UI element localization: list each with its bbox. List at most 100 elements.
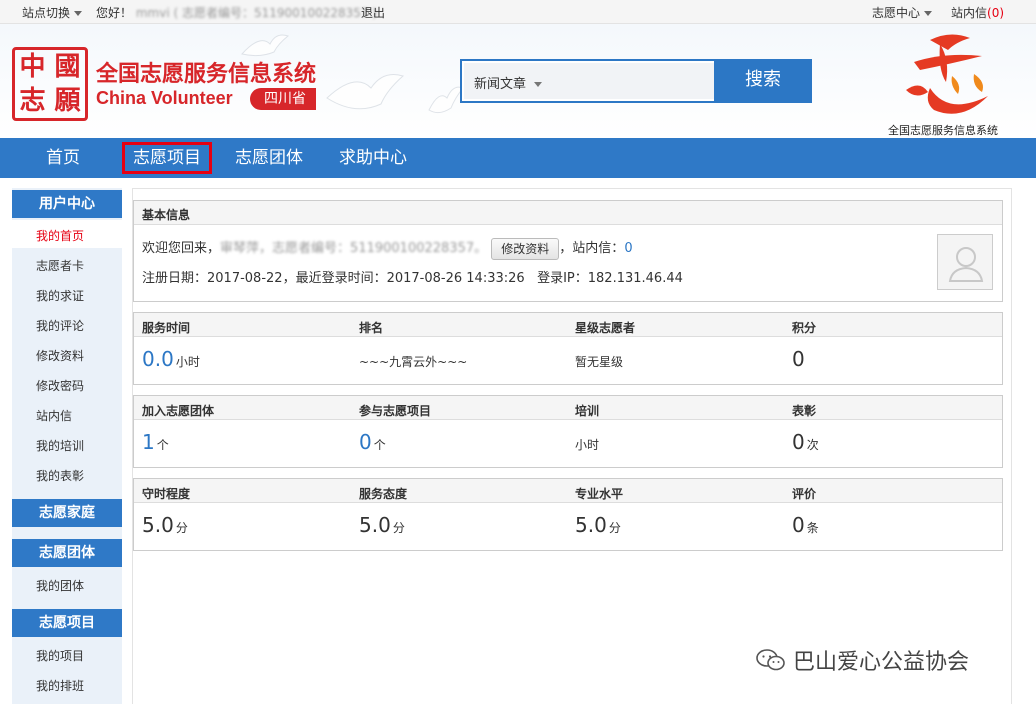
attitude-score: 5.0 [359,513,391,537]
header-professional: 专业水平 [575,487,624,501]
sidebar-item-my-schedule[interactable]: 我的排班 [36,677,84,694]
site-title-en: China Volunteer [96,88,233,108]
wechat-icon [756,649,785,671]
sidebar-item-my-home[interactable]: 我的首页 [36,227,84,244]
nav-volunteer-projects[interactable]: 志愿项目 [122,142,212,174]
main-nav: 首页 志愿项目 志愿团体 求助中心 [0,138,1036,178]
messages-count-link[interactable]: 0 [624,241,632,256]
header-rank: 排名 [359,321,384,335]
messages-label: 站内信 [951,6,988,20]
china-volunteer-seal-logo[interactable]: 中 國 志 願 [12,47,88,121]
search-category-value: 新闻文章 [474,77,527,92]
sidebar-heading-volunteer-family[interactable]: 志愿家庭 [12,499,122,527]
top-bar: 站点切换 您好！ mmvi ( 志愿者编号：511900100228357 ) … [0,0,1036,24]
sidebar-item-my-group[interactable]: 我的团体 [36,577,84,594]
reviews-count: 0 [792,513,805,537]
sidebar-item-messages[interactable]: 站内信 [36,407,72,424]
main-content: 基本信息 欢迎您回来，审琴萍，志愿者编号：511900100228357。 修改… [132,188,1012,704]
welcome-line: 欢迎您回来，审琴萍，志愿者编号：511900100228357。 修改资料 ，站内… [142,237,633,260]
reviews-unit: 条 [806,521,819,535]
sidebar-heading-volunteer-project[interactable]: 志愿项目 [12,609,122,637]
dove-icon [326,74,405,110]
seal-char: 志 [19,86,46,116]
service-time-value: 0.0 小时 [142,347,200,371]
sidebar-item-my-training[interactable]: 我的培训 [36,437,84,454]
sidebar-item-my-awards[interactable]: 我的表彰 [36,467,84,484]
greeting-text: 您好！ [96,6,133,20]
projects-value[interactable]: 0个 [359,430,386,454]
sidebar-item-my-projects[interactable]: 我的项目 [36,647,84,664]
sidebar-heading-user-center[interactable]: 用户中心 [12,190,122,218]
last-login-label: ，最近登录时间： [282,271,387,286]
rank-value: ~~~九霄云外~~~ [359,355,468,369]
dove-icon [428,86,464,114]
last-login-time: 2017-08-26 14:33:26 [386,271,525,286]
masked-name: 审琴萍 [220,241,260,256]
login-info-line: 注册日期：2017-08-22，最近登录时间：2017-08-26 14:33:… [142,267,683,286]
service-hours: 0.0 [142,347,174,371]
header-projects: 参与志愿项目 [359,404,432,418]
edit-profile-button[interactable]: 修改资料 [491,237,560,260]
province-badge: 四川省 [250,88,316,110]
user-greeting: 您好！ mmvi ( 志愿者编号：511900100228357 ) [96,4,377,21]
avatar[interactable] [937,234,993,290]
header-points: 积分 [792,321,817,335]
stats-panel-rating: 守时程度 服务态度 专业水平 评价 5.0 分 5.0 分 5.0 分 0条 [133,478,1003,551]
professional-value: 5.0 分 [575,513,621,537]
score-unit: 分 [392,521,405,535]
sidebar-item-edit-profile[interactable]: 修改资料 [36,347,84,364]
header-reviews: 评价 [792,487,817,501]
volunteer-zhi-logo-icon [906,34,988,114]
star-level-value: 暂无星级 [575,355,624,369]
groups-count: 1 [142,430,155,454]
watermark-text: 巴山爱心公益协会 [793,650,970,675]
volunteer-center-menu[interactable]: 志愿中心 [872,4,933,21]
training-value: 小时 [575,438,600,452]
attitude-value: 5.0 分 [359,513,405,537]
nav-home[interactable]: 首页 [30,142,96,174]
sidebar-item-my-verification[interactable]: 我的求证 [36,287,84,304]
logout-link[interactable]: 退出 [361,4,385,21]
panel-title: 基本信息 [134,201,1002,225]
points-value: 0 [792,347,805,371]
messages-count: (0) [987,6,1005,20]
username: mmvi [135,6,170,20]
site-switch-menu[interactable]: 站点切换 [22,4,83,21]
header-attitude: 服务态度 [359,487,408,501]
volunteer-no-label: ( 志愿者编号： [173,6,255,20]
masked-volunteer-no: 511900100228357 [350,241,475,256]
stats-panel-service: 服务时间 排名 星级志愿者 积分 0.0 小时 ~~~九霄云外~~~ 暂无星级 0 [133,312,1003,385]
reg-date-label: 注册日期： [142,271,208,286]
messages-label: ，站内信： [559,241,625,256]
stats-panel-participation: 加入志愿团体 参与志愿项目 培训 表彰 1个 0个 小时 0次 [133,395,1003,468]
stats-header-bg [134,313,1002,337]
header-joined-groups: 加入志愿团体 [142,404,215,418]
nav-volunteer-groups[interactable]: 志愿团体 [228,142,310,174]
header-star-level: 星级志愿者 [575,321,636,335]
search-category-select[interactable]: 新闻文章 [464,63,714,99]
sidebar-item-volunteer-card[interactable]: 志愿者卡 [36,257,84,274]
sidebar-heading-volunteer-group[interactable]: 志愿团体 [12,539,122,567]
nav-help-center[interactable]: 求助中心 [332,142,414,174]
site-header: 中 國 志 願 全国志愿服务信息系统 China Volunteer 四川省 新… [0,24,1036,138]
site-title-cn: 全国志愿服务信息系统 [96,61,317,86]
projects-unit: 个 [373,438,386,452]
groups-value[interactable]: 1个 [142,430,169,454]
sidebar-item-my-comments[interactable]: 我的评论 [36,317,84,334]
professional-score: 5.0 [575,513,607,537]
search-button[interactable]: 搜索 [714,59,812,103]
awards-value: 0次 [792,430,819,454]
chevron-down-icon [924,11,933,16]
login-ip: 182.131.46.44 [587,271,683,286]
header-punctuality: 守时程度 [142,487,191,501]
site-switch-label: 站点切换 [22,6,71,20]
header-training: 培训 [575,404,600,418]
header-service-time: 服务时间 [142,321,191,335]
sidebar-item-change-password[interactable]: 修改密码 [36,377,84,394]
sidebar: 用户中心 我的首页 志愿者卡 我的求证 我的评论 修改资料 修改密码 站内信 我… [12,188,122,704]
score-unit: 分 [608,521,621,535]
ip-label: 登录IP： [537,271,588,286]
masked-no-label: ，志愿者编号： [259,241,351,256]
messages-link[interactable]: 站内信(0) [951,4,1004,21]
service-unit: 小时 [175,355,200,369]
